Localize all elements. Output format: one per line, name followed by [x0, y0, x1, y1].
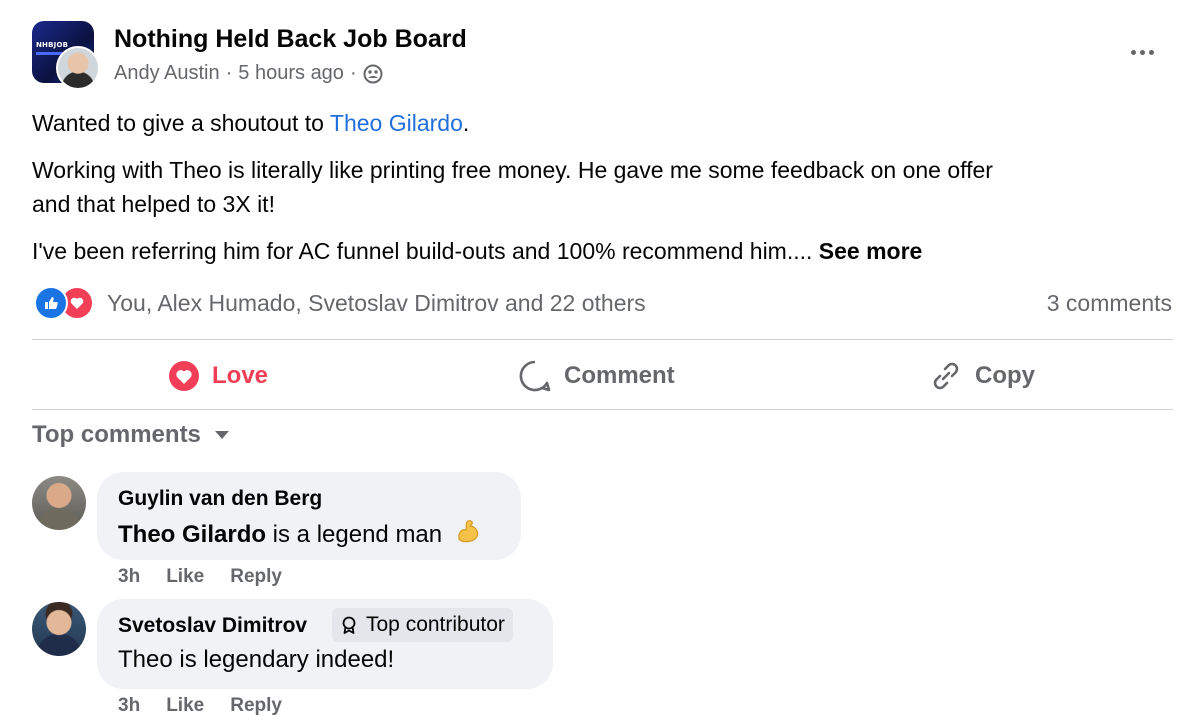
author-avatar[interactable] — [56, 46, 100, 90]
comment-actions: 3h Like Reply — [118, 695, 308, 717]
like-icon — [34, 286, 68, 320]
post-time[interactable]: 5 hours ago — [238, 62, 344, 85]
post-paragraph-1: Wanted to give a shoutout to Theo Gilard… — [32, 106, 469, 140]
commenter-avatar[interactable] — [32, 476, 86, 530]
comment-text-segment: is a legend man — [266, 521, 443, 548]
commenter-name[interactable]: Svetoslav Dimitrov — [118, 614, 307, 638]
reply-button[interactable]: Reply — [230, 566, 282, 588]
more-options-icon[interactable] — [1122, 38, 1162, 66]
commenter-avatar[interactable] — [32, 602, 86, 656]
caret-down-icon — [214, 431, 229, 439]
reply-button[interactable]: Reply — [230, 695, 282, 717]
meta-separator-2: · — [349, 62, 357, 84]
commenter-name[interactable]: Guylin van den Berg — [118, 487, 322, 511]
top-comments-label: Top comments — [32, 421, 201, 448]
mention-link[interactable]: Theo Gilardo — [330, 110, 463, 136]
post-paragraph-3: I've been referring him for AC funnel bu… — [32, 234, 922, 268]
like-comment-button[interactable]: Like — [166, 695, 204, 717]
comment-actions: 3h Like Reply — [118, 566, 308, 588]
group-icon — [363, 64, 383, 83]
copy-label: Copy — [975, 362, 1035, 389]
post-text-segment: . — [462, 110, 470, 136]
post-paragraph-2-line-2: and that helped to 3X it! — [32, 191, 275, 217]
mention-link[interactable]: Theo Gilardo — [118, 521, 266, 548]
love-label: Love — [212, 362, 269, 389]
love-button[interactable]: Love — [168, 356, 268, 396]
badge-label: Top contributor — [366, 613, 505, 636]
copy-button[interactable]: Copy — [929, 356, 1035, 396]
meta-separator: · — [225, 62, 233, 84]
comment-time[interactable]: 3h — [118, 695, 140, 717]
comment-time[interactable]: 3h — [118, 566, 140, 588]
post-meta: Andy Austin · 5 hours ago · — [114, 62, 383, 85]
comment-button[interactable]: Comment — [518, 356, 675, 396]
comment-label: Comment — [564, 362, 675, 389]
top-contributor-badge[interactable]: Top contributor — [332, 608, 513, 642]
author-name[interactable]: Andy Austin — [114, 62, 220, 85]
comment-text: Theo is legendary indeed! — [118, 646, 395, 673]
badge-icon — [342, 616, 356, 634]
love-icon — [169, 361, 199, 391]
flexed-biceps-icon — [458, 520, 479, 543]
divider — [32, 409, 1173, 410]
post-text-segment: Wanted to give a shoutout to — [32, 110, 330, 136]
comment-icon — [519, 360, 551, 392]
comment-sort-dropdown[interactable]: Top comments — [32, 421, 229, 449]
group-name[interactable]: Nothing Held Back Job Board — [114, 25, 467, 54]
comments-count[interactable]: 3 comments — [1047, 290, 1172, 317]
link-icon — [933, 362, 959, 390]
reactions-summary[interactable]: You, Alex Humado, Svetoslav Dimitrov and… — [107, 290, 646, 317]
reaction-icons[interactable] — [34, 286, 94, 320]
like-comment-button[interactable]: Like — [166, 566, 204, 588]
post-paragraph-2-line-1: Working with Theo is literally like prin… — [32, 157, 993, 183]
comment-text: Theo Gilardo is a legend man — [118, 517, 483, 549]
see-more-link[interactable]: See more — [819, 238, 923, 264]
group-logo-text: NHBJOB — [36, 41, 69, 49]
post-text-segment: I've been referring him for AC funnel bu… — [32, 238, 819, 264]
divider — [32, 339, 1173, 340]
